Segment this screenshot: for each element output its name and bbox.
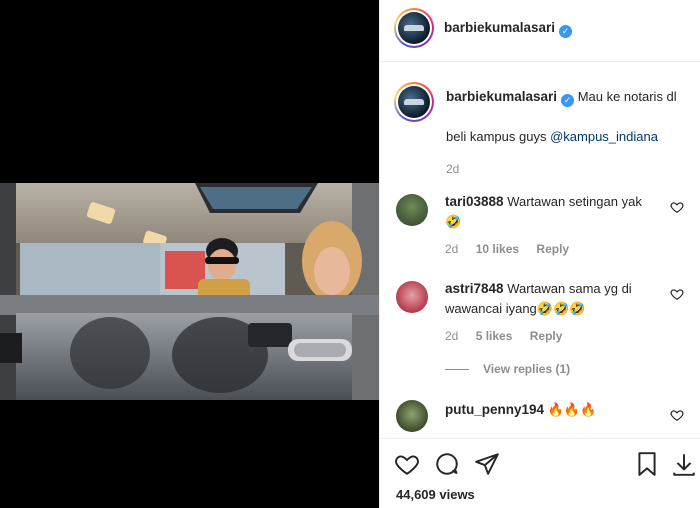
like-comment-heart-icon[interactable] bbox=[670, 287, 684, 301]
caption-username[interactable]: barbiekumalasari bbox=[446, 89, 557, 104]
comment-username[interactable]: astri7848 bbox=[445, 281, 504, 296]
heart-icon[interactable] bbox=[394, 451, 420, 477]
share-icon[interactable] bbox=[474, 451, 500, 477]
commenter-avatar[interactable] bbox=[396, 281, 428, 313]
comment-text: 🔥🔥🔥 bbox=[547, 402, 597, 417]
comment-text-cont: wawancai iyang🤣🤣🤣 bbox=[445, 301, 586, 316]
comment-time: 2d bbox=[445, 242, 459, 256]
download-icon[interactable] bbox=[671, 451, 697, 477]
reply-button[interactable]: Reply bbox=[536, 242, 569, 256]
view-replies-label: View replies (1) bbox=[483, 362, 571, 376]
video-still bbox=[0, 183, 379, 400]
caption-line-2: beli kampus guys bbox=[446, 129, 547, 144]
caption-text: barbiekumalasari ✓ Mau ke notaris dl beli… bbox=[446, 80, 686, 186]
instagram-post-view: barbiekumalasari ✓ barbiekumalasari ✓ Mau … bbox=[0, 0, 700, 508]
header-username[interactable]: barbiekumalasari bbox=[444, 20, 555, 35]
comment-emoji: 🤣 bbox=[445, 214, 462, 229]
post-header: barbiekumalasari ✓ bbox=[380, 0, 700, 62]
commenter-avatar[interactable] bbox=[396, 400, 428, 432]
comment-text: Wartawan setingan yak bbox=[507, 194, 642, 209]
bookmark-icon[interactable] bbox=[634, 451, 660, 477]
comment-time: 2d bbox=[445, 329, 459, 343]
verified-icon: ✓ bbox=[559, 25, 573, 38]
like-comment-heart-icon[interactable] bbox=[670, 408, 684, 422]
caption-mention-link[interactable]: @kampus_indiana bbox=[550, 129, 658, 144]
commenter-avatar[interactable] bbox=[396, 194, 428, 226]
comment-likes[interactable]: 10 likes bbox=[476, 242, 519, 256]
reply-button[interactable]: Reply bbox=[530, 329, 563, 343]
replies-divider bbox=[445, 369, 469, 371]
comment-username[interactable]: putu_penny194 bbox=[445, 402, 544, 417]
view-replies-button[interactable]: View replies (1) bbox=[445, 362, 570, 376]
action-bar: 44,609 views bbox=[380, 438, 700, 508]
caption-avatar[interactable] bbox=[394, 82, 434, 122]
verified-icon: ✓ bbox=[561, 94, 575, 107]
video-frame[interactable] bbox=[0, 183, 379, 400]
comment-username[interactable]: tari03888 bbox=[445, 194, 504, 209]
comment-likes[interactable]: 5 likes bbox=[476, 329, 513, 343]
comment-text: Wartawan sama yg di bbox=[507, 281, 632, 296]
author-avatar[interactable] bbox=[394, 8, 434, 48]
caption-time: 2d bbox=[446, 162, 460, 176]
like-comment-heart-icon[interactable] bbox=[670, 200, 684, 214]
comment-icon[interactable] bbox=[434, 451, 460, 477]
post-side-panel: barbiekumalasari ✓ barbiekumalasari ✓ Mau … bbox=[379, 0, 700, 508]
views-count: 44,609 views bbox=[396, 487, 475, 502]
caption-line-1: Mau ke notaris dl bbox=[577, 89, 677, 104]
video-player[interactable] bbox=[0, 0, 379, 508]
